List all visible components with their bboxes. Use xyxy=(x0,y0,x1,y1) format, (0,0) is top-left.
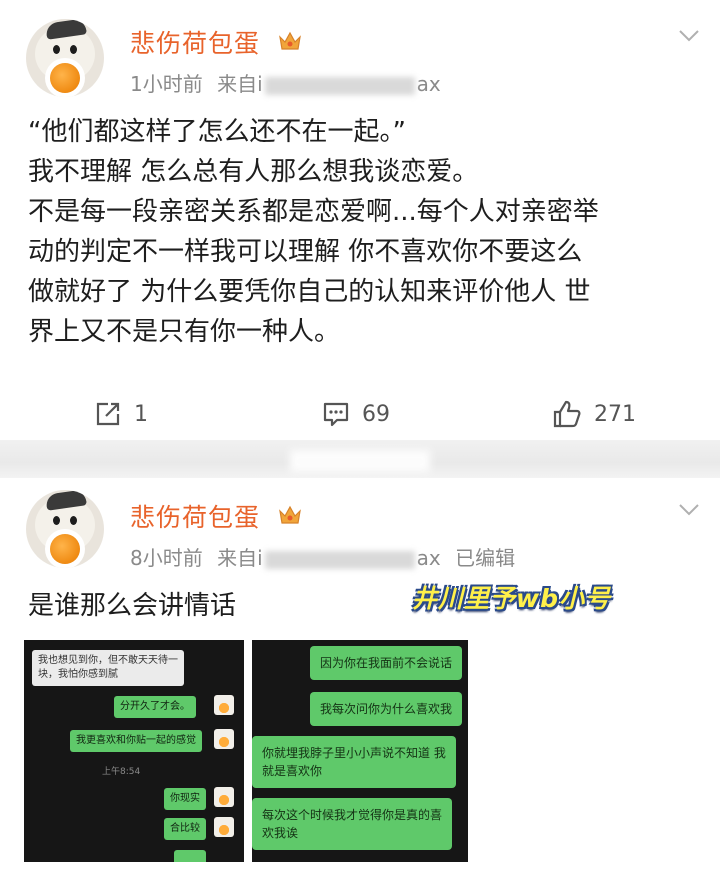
post-line: 不是每一段亲密关系都是恋爱啊...每个人对亲密举 xyxy=(28,197,599,227)
chat-avatar xyxy=(214,817,234,837)
chat-bubble-sent: 你现实 xyxy=(164,788,206,810)
avatar[interactable] xyxy=(26,19,104,97)
chat-message: 我每次问你为什么喜欢我 xyxy=(310,692,463,726)
avatar-egg xyxy=(50,534,80,564)
username[interactable]: 悲伤荷包蛋 xyxy=(130,24,260,60)
post-line: 做就好了 为什么要凭你自己的认知来评价他人 世 xyxy=(28,277,591,307)
repost-button[interactable]: 1 xyxy=(94,392,148,436)
chat-avatar xyxy=(214,695,234,715)
chat-bubble-received: 我也想见到你，但不敢天天待一 块，我怕你感到腻 xyxy=(32,650,184,686)
chat-screenshot-right[interactable]: 因为你在我面前不会说话 我每次问你为什么喜欢我 你就埋我脖子里小小声说不知道 我… xyxy=(252,640,468,862)
blurred-source xyxy=(264,550,415,569)
weibo-post: 悲伤荷包蛋 1小时前 来自i ax “他们都这样了怎么还不在一起。” 我不理解 怎… xyxy=(0,0,720,440)
comment-icon xyxy=(323,402,349,427)
chat-timestamp: 上午8:54 xyxy=(102,767,141,777)
action-bar: 1 69 271 xyxy=(0,392,720,436)
post-source-suffix[interactable]: ax xyxy=(417,72,441,96)
like-count: 271 xyxy=(594,401,636,427)
weibo-post: 悲伤荷包蛋 8小时前 来自i ax 已编辑 是谁那么会讲情话 井川里予wb小号 我… xyxy=(0,478,720,876)
comment-button[interactable]: 69 xyxy=(322,392,390,436)
post-line: 动的判定不一样我可以理解 你不喜欢你不要这么 xyxy=(28,237,583,267)
chat-screenshot-left[interactable]: 我也想见到你，但不敢天天待一 块，我怕你感到腻 分开久了才会。 我更喜欢和你贴一… xyxy=(24,640,244,862)
post-meta: 8小时前 来自i ax 已编辑 xyxy=(130,542,515,571)
thumbs-up-icon xyxy=(553,400,581,428)
post-divider xyxy=(0,440,720,478)
crown-icon xyxy=(279,505,301,524)
post-source-suffix[interactable]: ax xyxy=(417,546,441,570)
post-meta: 1小时前 来自i ax xyxy=(130,68,441,97)
chat-bubble-sent xyxy=(174,850,206,862)
comment-count: 69 xyxy=(362,401,390,427)
like-button[interactable]: 271 xyxy=(552,392,636,436)
post-line: 我不理解 怎么总有人那么想我谈恋爱。 xyxy=(28,157,479,187)
avatar-eye xyxy=(70,45,77,54)
chat-bubble-sent: 我更喜欢和你贴一起的感觉 xyxy=(70,730,202,752)
edited-label[interactable]: 已编辑 xyxy=(455,546,515,570)
repost-icon xyxy=(96,402,120,426)
chat-message: 你就埋我脖子里小小声说不知道 我 就是喜欢你 xyxy=(252,736,456,788)
chat-bubble-sent: 分开久了才会。 xyxy=(114,696,196,718)
avatar[interactable] xyxy=(26,490,104,568)
chat-message: 因为你在我面前不会说话 xyxy=(310,646,463,680)
avatar-eye xyxy=(53,516,60,525)
chat-avatar xyxy=(214,787,234,807)
chevron-down-icon[interactable] xyxy=(678,503,700,517)
chat-message: 每次这个时候我才觉得你是真的喜 欢我诶 xyxy=(252,798,453,850)
chevron-down-icon[interactable] xyxy=(678,29,700,43)
post-line: “他们都这样了怎么还不在一起。” xyxy=(28,117,406,147)
post-source-prefix[interactable]: 来自i xyxy=(217,72,263,96)
avatar-eye xyxy=(53,45,60,54)
post-source-prefix[interactable]: 来自i xyxy=(217,546,263,570)
post-body: 是谁那么会讲情话 xyxy=(28,591,237,621)
avatar-egg xyxy=(50,63,80,93)
crown-icon xyxy=(279,31,301,50)
blurred-region xyxy=(290,450,430,472)
watermark-text: 井川里予wb小号 xyxy=(412,584,611,613)
post-line: 界上又不是只有你一种人。 xyxy=(28,317,341,347)
chat-avatar xyxy=(214,729,234,749)
post-body: “他们都这样了怎么还不在一起。” 我不理解 怎么总有人那么想我谈恋爱。 不是每一… xyxy=(28,112,599,352)
username[interactable]: 悲伤荷包蛋 xyxy=(130,498,260,534)
avatar-eye xyxy=(70,516,77,525)
post-time: 1小时前 xyxy=(130,72,203,96)
blurred-source xyxy=(264,76,415,95)
post-time: 8小时前 xyxy=(130,546,203,570)
chat-bubble-sent: 合比较 xyxy=(164,818,206,840)
repost-count: 1 xyxy=(134,401,148,427)
